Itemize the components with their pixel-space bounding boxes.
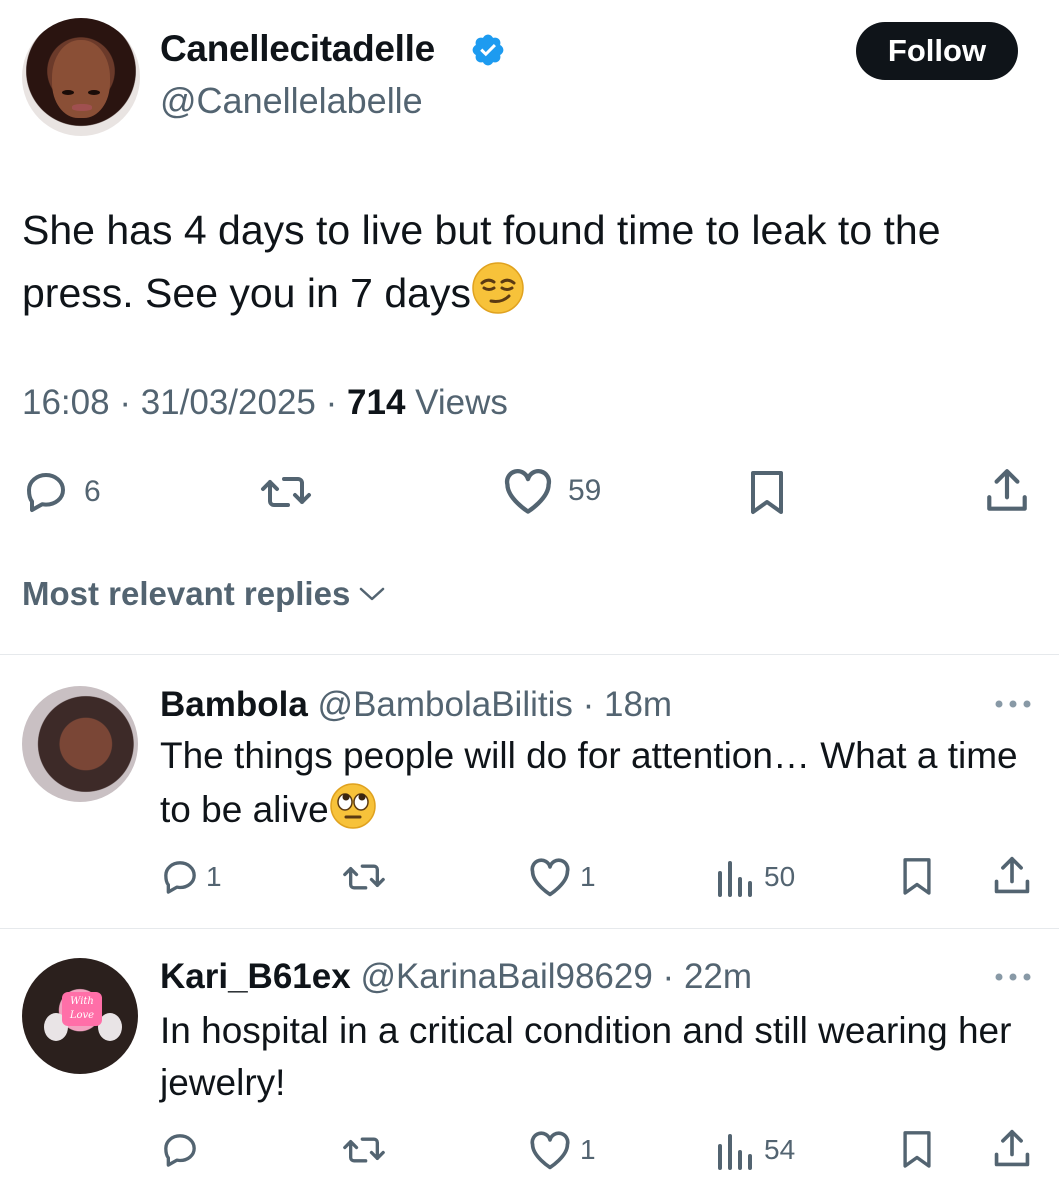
- like-button[interactable]: 59: [502, 466, 601, 516]
- reply-button[interactable]: [160, 1130, 206, 1170]
- share-button[interactable]: [984, 466, 1030, 516]
- reply-text-content: The things people will do for attention……: [160, 735, 1018, 830]
- bookmark-icon: [903, 1131, 931, 1168]
- analytics-icon: [718, 1134, 752, 1170]
- like-count: 59: [568, 474, 602, 507]
- meta-separator: ·: [652, 957, 684, 996]
- meta-separator: ·: [119, 383, 141, 422]
- share-button[interactable]: [992, 854, 1032, 898]
- bookmark-button[interactable]: [900, 855, 934, 897]
- tweet-text: She has 4 days to live but found time to…: [22, 200, 1042, 324]
- reply-button[interactable]: 6: [22, 468, 101, 516]
- more-options-icon[interactable]: [993, 698, 1033, 710]
- share-button[interactable]: [992, 1127, 1032, 1171]
- share-icon: [994, 1129, 1030, 1167]
- replies-sort-label: Most relevant replies: [22, 575, 351, 612]
- more-options-icon[interactable]: [993, 971, 1033, 983]
- bookmark-button[interactable]: [900, 1128, 934, 1170]
- views-button[interactable]: 54: [714, 1130, 795, 1170]
- views-button[interactable]: 50: [714, 857, 795, 897]
- bookmark-button[interactable]: [747, 468, 787, 516]
- reply-age[interactable]: 18m: [604, 685, 672, 724]
- retweet-button[interactable]: [340, 1130, 388, 1170]
- smirking-face-icon: [472, 262, 524, 314]
- bookmark-icon: [903, 858, 931, 895]
- author-handle[interactable]: @Canellelabelle: [160, 80, 423, 122]
- bookmark-icon: [751, 471, 783, 514]
- heart-icon: [530, 858, 570, 897]
- retweet-button[interactable]: [258, 468, 314, 516]
- reply-author-handle[interactable]: @KarinaBail98629: [360, 957, 652, 996]
- reply-count: 1: [206, 861, 222, 892]
- author-display-name[interactable]: Canellecitadelle: [160, 28, 435, 70]
- analytics-icon: [718, 861, 752, 897]
- tweet-date[interactable]: 31/03/2025: [141, 383, 316, 422]
- tweet-meta: 16:08 · 31/03/2025 · 714 Views: [22, 383, 508, 423]
- reply-icon: [164, 861, 196, 894]
- divider: [0, 928, 1059, 929]
- author-avatar[interactable]: [22, 18, 140, 136]
- retweet-icon: [343, 1137, 385, 1163]
- reply-count: 6: [84, 475, 101, 508]
- views-count: 50: [764, 861, 796, 892]
- reply-age[interactable]: 22m: [684, 957, 752, 996]
- reply-button[interactable]: 1: [160, 857, 222, 897]
- heart-icon: [504, 469, 552, 514]
- share-icon: [987, 469, 1027, 511]
- views-count: 54: [764, 1134, 796, 1165]
- reply-author-name[interactable]: Bambola: [160, 685, 308, 724]
- verified-badge-icon: [472, 34, 504, 66]
- meta-separator: ·: [572, 685, 604, 724]
- reply-author-name[interactable]: Kari_B61ex: [160, 957, 351, 996]
- retweet-icon: [343, 864, 385, 890]
- reply-header: Kari_B61ex @KarinaBail98629 · 22m: [160, 957, 752, 997]
- retweet-icon: [261, 477, 311, 507]
- meta-separator: ·: [325, 383, 348, 422]
- reply-avatar[interactable]: With Love: [22, 958, 138, 1074]
- chevron-down-icon: [360, 587, 385, 601]
- like-button[interactable]: 1: [528, 1129, 596, 1171]
- reply-avatar[interactable]: [22, 686, 138, 802]
- like-count: 1: [580, 861, 596, 892]
- reply-author-handle[interactable]: @BambolaBilitis: [318, 685, 573, 724]
- views-count: 714: [347, 383, 406, 422]
- reply-header: Bambola @BambolaBilitis · 18m: [160, 685, 672, 725]
- reply-text: The things people will do for attention……: [160, 730, 1040, 836]
- heart-icon: [530, 1131, 570, 1170]
- reply-icon: [164, 1134, 196, 1167]
- tweet-time[interactable]: 16:08: [22, 383, 110, 422]
- reply-icon: [27, 473, 65, 512]
- replies-sort-dropdown[interactable]: Most relevant replies: [22, 575, 386, 613]
- views-label: Views: [415, 383, 508, 422]
- retweet-button[interactable]: [340, 857, 388, 897]
- divider: [0, 654, 1059, 655]
- share-icon: [994, 856, 1030, 894]
- like-count: 1: [580, 1134, 596, 1165]
- face-with-rolling-eyes-icon: [329, 783, 376, 829]
- like-button[interactable]: 1: [528, 856, 596, 898]
- follow-button[interactable]: Follow: [856, 22, 1018, 80]
- reply-text: In hospital in a critical condition and …: [160, 1010, 1012, 1103]
